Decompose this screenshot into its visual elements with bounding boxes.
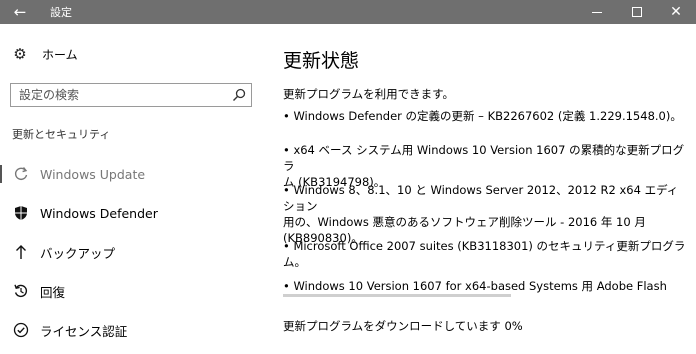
back-button[interactable]: ← bbox=[0, 0, 40, 24]
sidebar-item-windows-update[interactable]: Windows Update bbox=[0, 162, 262, 186]
download-status-text: 更新プログラムをダウンロードしています 0% bbox=[283, 319, 523, 333]
section-title: 更新とセキュリティ bbox=[12, 128, 111, 141]
search-icon[interactable] bbox=[232, 88, 246, 102]
update-item-line: 用の、Windows 悪意のあるソフトウェア削除ツール - 2016 年 10 … bbox=[283, 215, 646, 229]
sidebar-item-label: 回復 bbox=[40, 284, 66, 300]
home-label: ホーム bbox=[42, 47, 78, 62]
search-box[interactable] bbox=[10, 83, 252, 107]
sidebar-home[interactable]: ⚙ ホーム bbox=[12, 44, 78, 64]
sidebar-item-windows-defender[interactable]: Windows Defender bbox=[0, 201, 262, 225]
backup-arrow-icon bbox=[11, 242, 31, 262]
download-progress-bar bbox=[283, 294, 511, 297]
sidebar-item-label: Windows Update bbox=[40, 166, 146, 182]
close-icon: ✕ bbox=[670, 4, 682, 20]
search-input[interactable] bbox=[19, 88, 219, 102]
update-item-line: • Microsoft Office 2007 suites (KB311830… bbox=[283, 239, 686, 253]
sidebar-item-label: ライセンス認証 bbox=[40, 323, 128, 339]
sync-icon bbox=[11, 164, 31, 184]
page-title: 更新状態 bbox=[283, 50, 360, 72]
arrow-left-icon: ← bbox=[13, 3, 27, 21]
activation-check-icon bbox=[11, 320, 31, 340]
update-item: • Windows Defender の定義の更新 – KB2267602 (定… bbox=[283, 108, 688, 124]
sidebar-item-label: バックアップ bbox=[40, 245, 116, 261]
sidebar-item-backup[interactable]: バックアップ bbox=[0, 240, 262, 264]
update-item: • Windows 8、8.1、10 と Windows Server 2012… bbox=[283, 182, 688, 246]
update-item-line: • x64 ベース システム用 Windows 10 Version 1607 … bbox=[283, 143, 685, 173]
update-item: • Windows 10 Version 1607 for x64-based … bbox=[283, 278, 688, 294]
maximize-icon bbox=[632, 7, 642, 17]
close-button[interactable]: ✕ bbox=[656, 0, 696, 24]
minimize-button[interactable] bbox=[577, 0, 617, 24]
gear-icon: ⚙ bbox=[13, 45, 27, 63]
active-indicator bbox=[0, 165, 2, 183]
update-item-line: • Windows 10 Version 1607 for x64-based … bbox=[283, 279, 667, 293]
update-item-line: • Windows 8、8.1、10 と Windows Server 2012… bbox=[283, 183, 679, 213]
sidebar-item-label: Windows Defender bbox=[40, 205, 158, 221]
update-item: • Microsoft Office 2007 suites (KB311830… bbox=[283, 238, 688, 270]
maximize-button[interactable] bbox=[617, 0, 657, 24]
window-title: 設定 bbox=[50, 6, 72, 19]
minimize-icon bbox=[592, 11, 602, 13]
title-bar: ← 設定 ✕ bbox=[0, 0, 696, 24]
sidebar-item-activation[interactable]: ライセンス認証 bbox=[0, 318, 262, 342]
update-item-line: • Windows Defender の定義の更新 – KB2267602 (定… bbox=[283, 109, 682, 123]
update-status-text: 更新プログラムを利用できます。 bbox=[283, 87, 455, 101]
sidebar-item-recovery[interactable]: 回復 bbox=[0, 279, 262, 303]
recovery-icon bbox=[11, 281, 31, 301]
update-item-line: ム。 bbox=[283, 255, 306, 269]
shield-icon bbox=[11, 203, 31, 223]
